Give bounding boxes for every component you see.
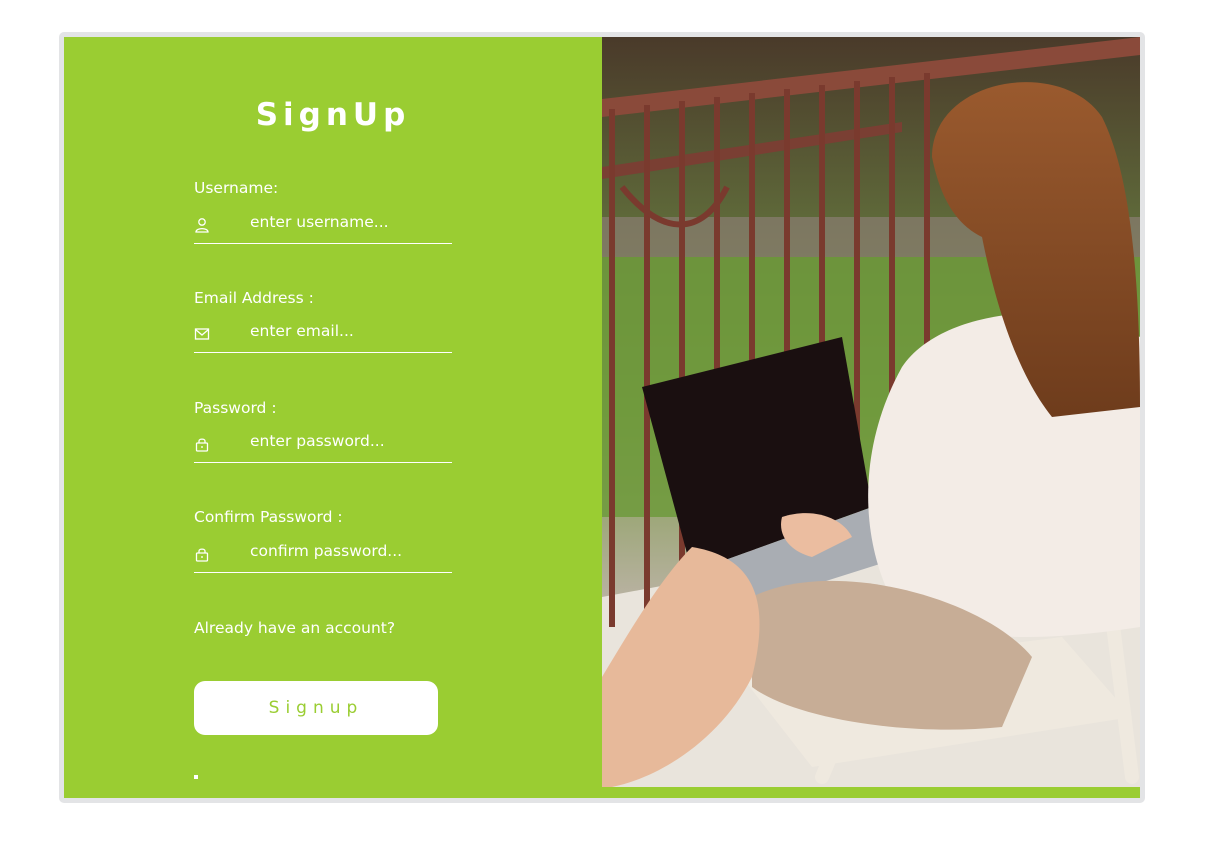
hero-photo bbox=[602, 37, 1140, 787]
username-label: Username: bbox=[194, 179, 279, 197]
signup-form: SignUp Username: enter username... Email… bbox=[64, 37, 602, 798]
form-title: SignUp bbox=[255, 97, 411, 133]
confirm-password-field[interactable]: confirm password... bbox=[194, 536, 452, 573]
email-field[interactable]: enter email... bbox=[194, 316, 452, 353]
password-input[interactable]: enter password... bbox=[250, 432, 385, 450]
decorative-dot bbox=[194, 775, 198, 779]
username-field[interactable]: enter username... bbox=[194, 207, 452, 244]
email-label: Email Address : bbox=[194, 289, 314, 307]
confirm-password-input[interactable]: confirm password... bbox=[250, 542, 402, 560]
username-input[interactable]: enter username... bbox=[250, 213, 389, 231]
password-field[interactable]: enter password... bbox=[194, 426, 452, 463]
user-icon bbox=[194, 217, 210, 233]
mail-icon bbox=[194, 326, 210, 342]
confirm-password-label: Confirm Password : bbox=[194, 508, 343, 526]
password-label: Password : bbox=[194, 399, 277, 417]
signup-card: SignUp Username: enter username... Email… bbox=[59, 32, 1145, 803]
email-input[interactable]: enter email... bbox=[250, 322, 354, 340]
lock-icon bbox=[194, 436, 210, 452]
lock-icon bbox=[194, 546, 210, 562]
login-link[interactable]: Already have an account? bbox=[194, 619, 395, 637]
signup-button[interactable]: Signup bbox=[194, 681, 438, 735]
